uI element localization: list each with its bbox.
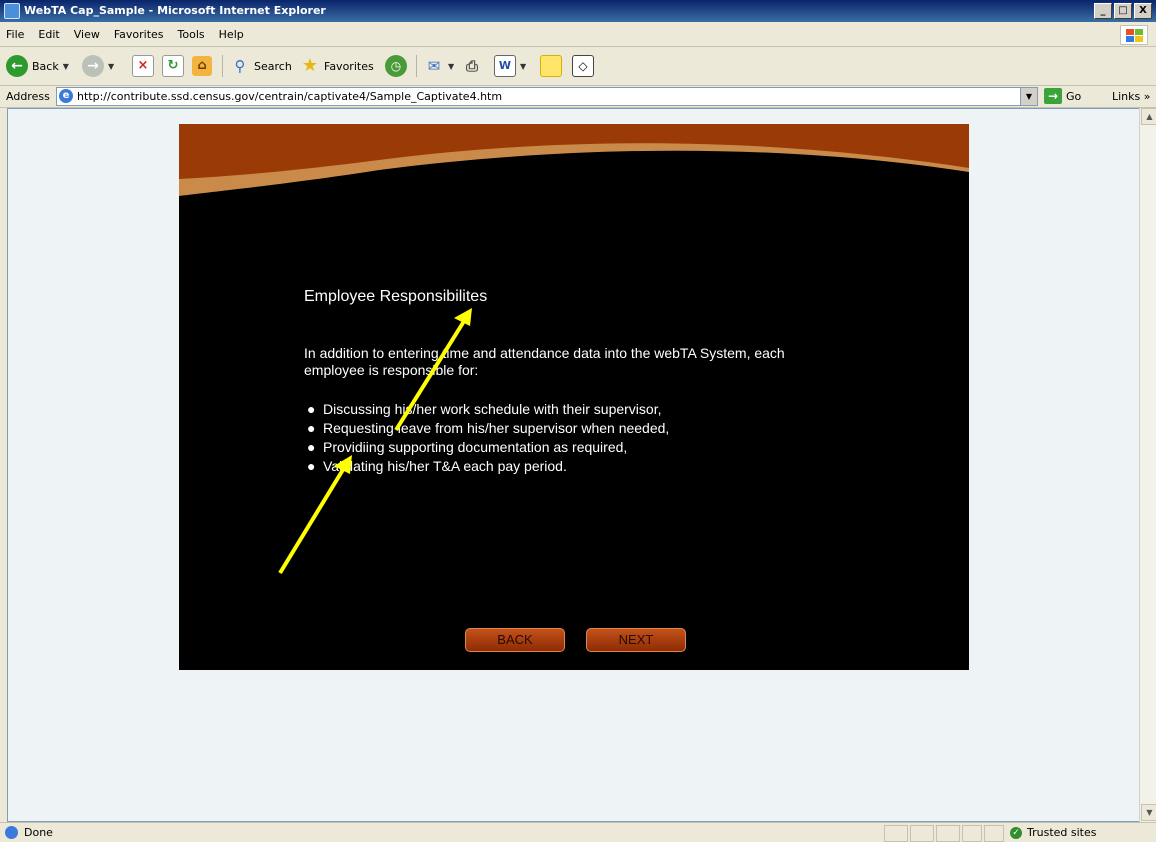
- back-button[interactable]: ← Back ▼: [6, 53, 69, 79]
- favorites-star-icon: ★: [301, 55, 319, 76]
- stop-button[interactable]: ×: [132, 53, 154, 79]
- print-icon: ⎙: [465, 57, 478, 75]
- bullet-icon: ●: [307, 439, 316, 455]
- menu-tools[interactable]: Tools: [178, 28, 205, 41]
- word-icon: W: [494, 55, 516, 77]
- bullet-icon: ●: [307, 458, 316, 474]
- mail-dropdown-icon[interactable]: ▼: [448, 62, 454, 71]
- go-label: Go: [1066, 89, 1082, 103]
- page-icon: e: [59, 89, 73, 103]
- list-item: ● Providiing supporting documentation as …: [304, 438, 669, 457]
- address-input[interactable]: e http://contribute.ssd.census.gov/centr…: [56, 87, 1038, 106]
- list-item: ● Discussing his/her work schedule with t…: [304, 400, 669, 419]
- menu-file[interactable]: File: [6, 28, 24, 41]
- status-panel: [910, 825, 934, 842]
- standard-toolbar: ← Back ▼ → ▼ × ↻ ⌂ ⚲ Search ★ Favorites …: [0, 47, 1156, 86]
- mail-button[interactable]: ✉ ▼: [424, 53, 454, 79]
- forward-button[interactable]: → ▼: [82, 53, 114, 79]
- research-icon: ◇: [572, 55, 594, 77]
- captivate-slide: Employee Responsibilites In addition to …: [179, 124, 969, 670]
- status-panel: [962, 825, 982, 842]
- refresh-icon: ↻: [162, 55, 184, 77]
- maximize-button[interactable]: □: [1114, 3, 1132, 19]
- slide-next-button[interactable]: NEXT: [586, 628, 686, 652]
- address-dropdown-icon[interactable]: ▼: [1020, 88, 1037, 105]
- favorites-label: Favorites: [324, 59, 374, 73]
- scroll-down-icon[interactable]: ▼: [1141, 804, 1156, 821]
- refresh-button[interactable]: ↻: [162, 53, 184, 79]
- stop-icon: ×: [132, 55, 154, 77]
- go-button[interactable]: → Go: [1044, 88, 1081, 104]
- minimize-button[interactable]: _: [1094, 3, 1112, 19]
- status-panel: [884, 825, 908, 842]
- back-dropdown-icon[interactable]: ▼: [63, 62, 69, 71]
- notes-button[interactable]: [540, 53, 562, 79]
- list-item-text: Providiing supporting documentation as r…: [323, 439, 628, 455]
- slide-title: Employee Responsibilites: [304, 288, 488, 305]
- edit-word-button[interactable]: W ▼: [494, 53, 526, 79]
- print-button[interactable]: ⎙: [462, 53, 482, 79]
- home-icon: ⌂: [192, 56, 212, 76]
- list-item: ● Validating his/her T&A each pay period.: [304, 457, 669, 476]
- address-bar: Address e http://contribute.ssd.census.g…: [0, 86, 1156, 108]
- forward-dropdown-icon[interactable]: ▼: [108, 62, 114, 71]
- go-arrow-icon: →: [1044, 88, 1062, 104]
- search-icon: ⚲: [234, 57, 246, 75]
- responsibilities-list: ● Discussing his/her work schedule with t…: [304, 400, 669, 476]
- home-button[interactable]: ⌂: [192, 53, 212, 79]
- forward-arrow-icon: →: [82, 55, 104, 77]
- back-label: Back: [32, 59, 59, 73]
- close-button[interactable]: X: [1134, 3, 1152, 19]
- window-title-bar: WebTA Cap_Sample - Microsoft Internet Ex…: [0, 0, 1156, 22]
- edit-dropdown-icon[interactable]: ▼: [520, 62, 526, 71]
- list-item: ● Requesting leave from his/her superviso…: [304, 419, 669, 438]
- menu-view[interactable]: View: [74, 28, 100, 41]
- status-text: Done: [24, 826, 53, 839]
- research-button[interactable]: ◇: [572, 53, 594, 79]
- mail-icon: ✉: [427, 57, 441, 75]
- window-title: WebTA Cap_Sample - Microsoft Internet Ex…: [24, 4, 326, 17]
- links-label: Links: [1112, 90, 1141, 103]
- favorites-button[interactable]: ★ Favorites: [300, 53, 374, 79]
- history-icon: ◷: [385, 55, 407, 77]
- history-button[interactable]: ◷: [385, 53, 407, 79]
- status-panel: [936, 825, 960, 842]
- menu-edit[interactable]: Edit: [38, 28, 59, 41]
- ie-app-icon: [4, 3, 20, 19]
- trusted-check-icon: ✓: [1010, 826, 1022, 839]
- status-panel: [984, 825, 1004, 842]
- menu-favorites[interactable]: Favorites: [114, 28, 164, 41]
- sticky-note-icon: [540, 55, 562, 77]
- vertical-scrollbar[interactable]: ▲ ▼: [1139, 108, 1156, 822]
- security-zone: ✓ Trusted sites: [1010, 826, 1097, 839]
- slide-header-wave: [179, 124, 969, 196]
- back-arrow-icon: ←: [6, 55, 28, 77]
- search-label: Search: [254, 59, 292, 73]
- menu-help[interactable]: Help: [219, 28, 244, 41]
- search-button[interactable]: ⚲ Search: [230, 53, 292, 79]
- scroll-up-icon[interactable]: ▲: [1141, 108, 1156, 125]
- list-item-text: Discussing his/her work schedule with th…: [323, 401, 662, 417]
- security-zone-label: Trusted sites: [1027, 826, 1097, 839]
- address-label: Address: [6, 90, 50, 103]
- list-item-text: Requesting leave from his/her supervisor…: [323, 420, 670, 436]
- slide-back-button[interactable]: BACK: [465, 628, 565, 652]
- list-item-text: Validating his/her T&A each pay period.: [323, 458, 567, 474]
- address-url[interactable]: http://contribute.ssd.census.gov/centrai…: [77, 90, 502, 103]
- bullet-icon: ●: [307, 401, 316, 417]
- page-status-icon: [5, 826, 18, 839]
- menu-bar: File Edit View Favorites Tools Help: [0, 22, 1156, 47]
- toolbar-separator: [416, 55, 417, 77]
- toolbar-separator: [222, 55, 223, 77]
- window-controls: _ □ X: [1094, 3, 1152, 19]
- bullet-icon: ●: [307, 420, 316, 436]
- links-button[interactable]: Links »: [1112, 90, 1151, 103]
- windows-logo-icon: [1120, 25, 1148, 45]
- slide-intro-text: In addition to entering time and attenda…: [304, 345, 785, 378]
- status-bar: Done ✓ Trusted sites: [0, 822, 1156, 842]
